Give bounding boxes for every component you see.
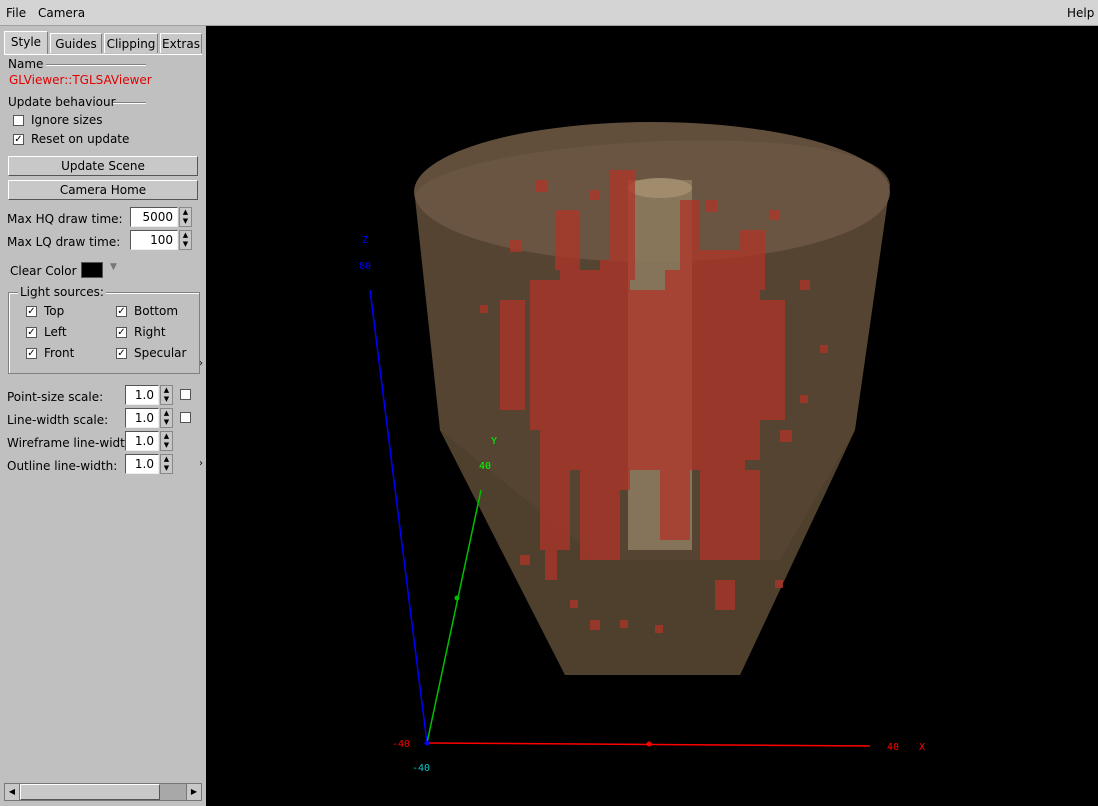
light-front-label: Front bbox=[44, 346, 75, 360]
line-width-spinner[interactable]: ▲ ▼ bbox=[160, 408, 173, 428]
viewer-name: GLViewer::TGLSAViewer bbox=[9, 73, 152, 87]
axis-origin bbox=[424, 740, 430, 746]
x-axis-midpoint bbox=[646, 741, 652, 747]
outline-spinner[interactable]: ▲ ▼ bbox=[160, 454, 173, 474]
tube-top bbox=[628, 178, 692, 198]
ignore-sizes-checkbox[interactable] bbox=[13, 115, 24, 126]
x-axis-min-label: -40 bbox=[392, 739, 410, 750]
z-axis-max-label: 80 bbox=[359, 261, 371, 272]
point-size-input[interactable]: 1.0 bbox=[125, 385, 159, 405]
clear-color-label: Clear Color bbox=[10, 264, 77, 278]
light-specular-checkbox[interactable]: ✓ bbox=[116, 348, 127, 359]
z-axis-label: Z bbox=[362, 235, 368, 246]
light-left-checkbox[interactable]: ✓ bbox=[26, 327, 37, 338]
point-size-checkbox[interactable] bbox=[180, 389, 191, 400]
gl-viewport[interactable]: Z 80 Y 40 -40 40 X -40 bbox=[206, 26, 1098, 806]
line-width-input[interactable]: 1.0 bbox=[125, 408, 159, 428]
chevron-down-icon[interactable]: ▼ bbox=[110, 262, 117, 272]
outline-label: Outline line-width: bbox=[7, 459, 118, 473]
max-hq-spinner[interactable]: ▲ ▼ bbox=[179, 207, 192, 227]
light-sources-label: Light sources: bbox=[18, 285, 106, 299]
reset-on-update-label: Reset on update bbox=[31, 132, 130, 146]
light-front-checkbox[interactable]: ✓ bbox=[26, 348, 37, 359]
horizontal-scrollbar[interactable]: ◀ ▶ bbox=[4, 783, 202, 801]
menu-help[interactable]: Help bbox=[1067, 6, 1094, 20]
tab-style[interactable]: Style bbox=[4, 31, 48, 54]
chevron-right-icon[interactable]: › bbox=[199, 458, 203, 469]
x-axis-label: X bbox=[919, 742, 925, 753]
clear-color-swatch[interactable] bbox=[81, 262, 103, 278]
y-axis-midpoint bbox=[454, 595, 460, 601]
y-axis-min-label: -40 bbox=[412, 763, 430, 774]
y-axis-max-label: 40 bbox=[479, 461, 491, 472]
max-lq-spinner[interactable]: ▲ ▼ bbox=[179, 230, 192, 250]
tab-bar: Style Guides Clipping Extras bbox=[4, 31, 202, 55]
name-label: Name bbox=[8, 57, 44, 71]
viewer-editor-panel: Style Guides Clipping Extras Name GLView… bbox=[0, 26, 206, 806]
tab-extras[interactable]: Extras bbox=[160, 33, 202, 53]
light-bottom-label: Bottom bbox=[134, 304, 179, 318]
ignore-sizes-label: Ignore sizes bbox=[31, 113, 103, 127]
light-top-label: Top bbox=[44, 304, 65, 318]
tab-underline bbox=[4, 54, 202, 55]
max-hq-label: Max HQ draw time: bbox=[7, 212, 123, 226]
wireframe-spinner[interactable]: ▲ ▼ bbox=[160, 431, 173, 451]
point-size-spinner[interactable]: ▲ ▼ bbox=[160, 385, 173, 405]
x-axis-max-label: 40 bbox=[887, 742, 899, 753]
chevron-right-icon[interactable]: › bbox=[199, 358, 203, 369]
light-left-label: Left bbox=[44, 325, 67, 339]
scroll-left-arrow-icon[interactable]: ◀ bbox=[5, 784, 20, 800]
wireframe-label: Wireframe line-width: bbox=[7, 436, 137, 450]
light-top-checkbox[interactable]: ✓ bbox=[26, 306, 37, 317]
update-behaviour-label: Update behaviour bbox=[8, 95, 116, 109]
tab-guides[interactable]: Guides bbox=[50, 33, 102, 53]
max-lq-input[interactable]: 100 bbox=[130, 230, 178, 250]
y-axis bbox=[426, 489, 482, 744]
z-axis bbox=[369, 289, 428, 744]
divider bbox=[113, 102, 146, 104]
light-right-checkbox[interactable]: ✓ bbox=[116, 327, 127, 338]
outline-input[interactable]: 1.0 bbox=[125, 454, 159, 474]
camera-home-button[interactable]: Camera Home bbox=[8, 180, 198, 200]
reset-on-update-checkbox[interactable]: ✓ bbox=[13, 134, 24, 145]
wireframe-input[interactable]: 1.0 bbox=[125, 431, 159, 451]
max-hq-input[interactable]: 5000 bbox=[130, 207, 178, 227]
light-specular-label: Specular bbox=[134, 346, 187, 360]
line-width-label: Line-width scale: bbox=[7, 413, 109, 427]
scroll-thumb[interactable] bbox=[20, 784, 160, 800]
update-scene-button[interactable]: Update Scene bbox=[8, 156, 198, 176]
tab-clipping[interactable]: Clipping bbox=[104, 33, 158, 53]
menu-camera[interactable]: Camera bbox=[38, 6, 85, 20]
y-axis-label: Y bbox=[491, 436, 497, 447]
light-bottom-checkbox[interactable]: ✓ bbox=[116, 306, 127, 317]
line-width-checkbox[interactable] bbox=[180, 412, 191, 423]
max-lq-label: Max LQ draw time: bbox=[7, 235, 121, 249]
scroll-right-arrow-icon[interactable]: ▶ bbox=[186, 784, 201, 800]
menu-bar: File Camera Help bbox=[0, 0, 1098, 26]
menu-file[interactable]: File bbox=[6, 6, 26, 20]
scene-canvas[interactable]: Z 80 Y 40 -40 40 X -40 bbox=[206, 26, 1098, 806]
light-right-label: Right bbox=[134, 325, 166, 339]
divider bbox=[46, 64, 146, 66]
point-size-label: Point-size scale: bbox=[7, 390, 104, 404]
